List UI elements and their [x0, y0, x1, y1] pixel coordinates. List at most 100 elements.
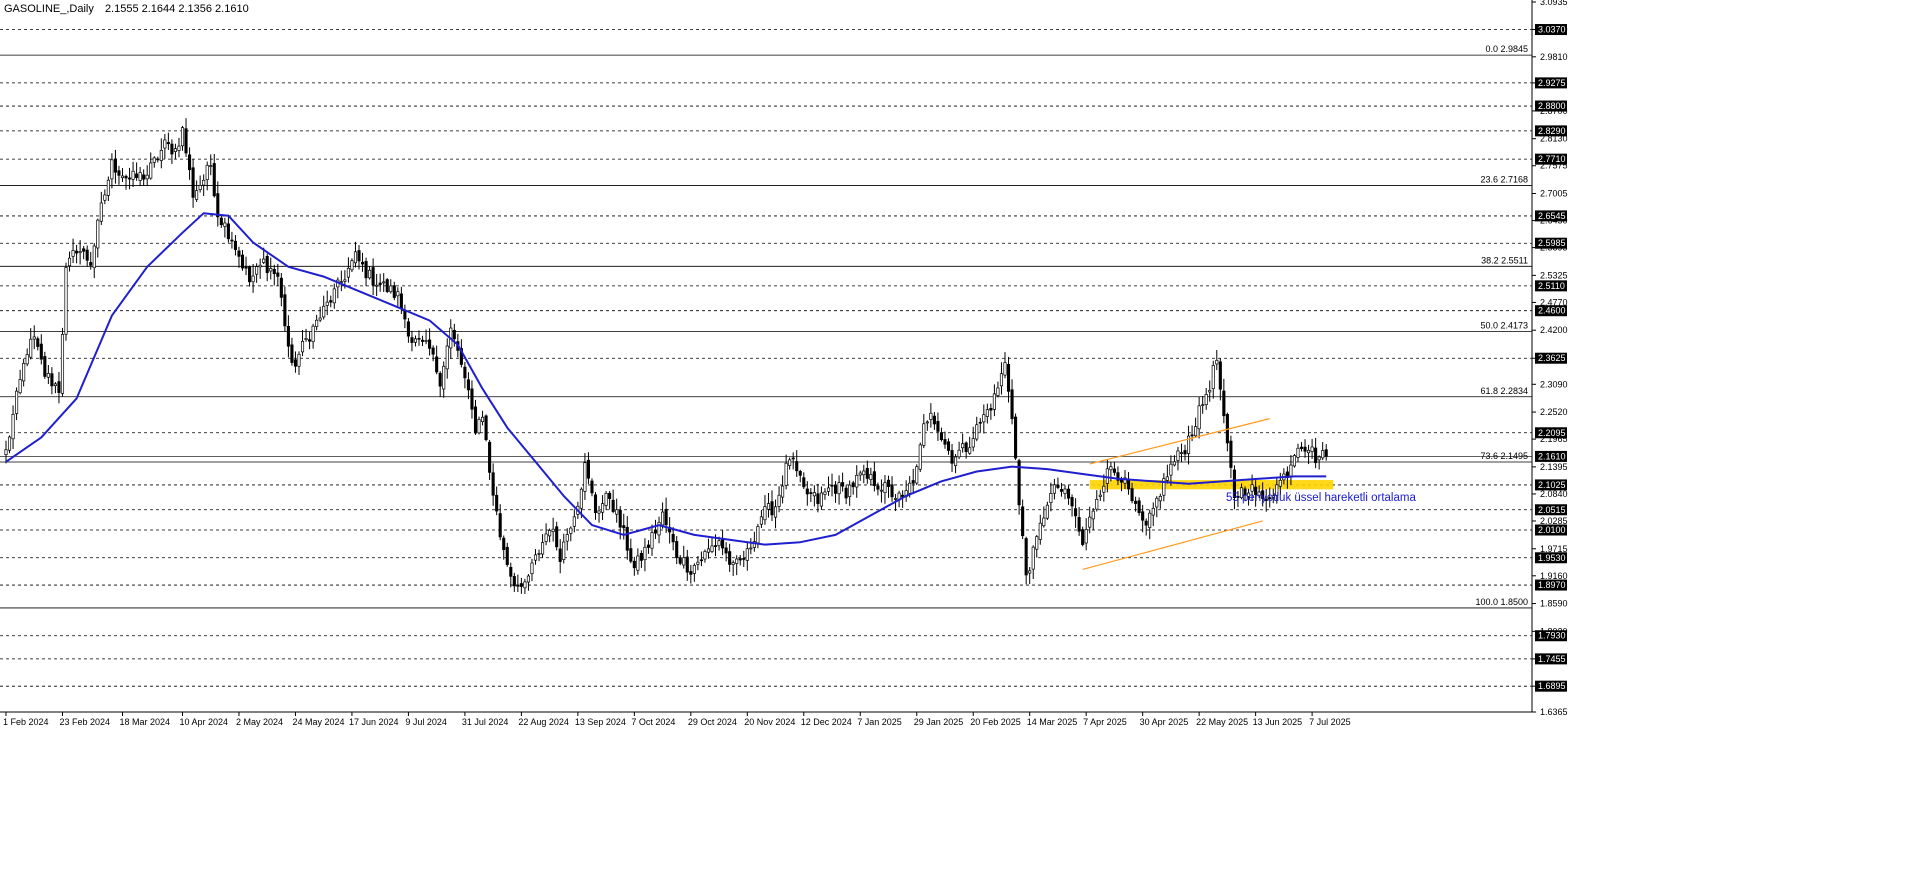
price-box-label: 2.0515: [1538, 505, 1566, 515]
candle-bear: [844, 487, 848, 499]
candle-bull: [99, 202, 103, 222]
candle-bear: [851, 482, 855, 488]
candle-bear: [791, 457, 795, 460]
candle-bull: [1098, 494, 1102, 497]
candle-bull: [766, 503, 771, 510]
candle-bull: [1321, 450, 1325, 459]
candle-bull: [1292, 455, 1297, 467]
candle-bull: [523, 581, 527, 589]
candle-bear: [385, 279, 389, 292]
candle-bear: [1014, 416, 1018, 459]
candle-bull: [304, 337, 308, 341]
candle-bear: [943, 439, 947, 445]
candle-bull: [968, 447, 972, 454]
candle-bull: [1003, 362, 1007, 376]
price-box-label: 2.2095: [1538, 428, 1566, 438]
candle-bear: [283, 294, 287, 327]
candle-bull: [1102, 485, 1106, 493]
candle-bear: [629, 548, 633, 562]
candle-bear: [678, 557, 682, 564]
x-tick-label: 31 Jul 2024: [462, 717, 509, 727]
candle-bull: [120, 175, 125, 179]
candle-bear: [265, 256, 269, 273]
candle-bear: [170, 143, 174, 155]
candle-bear: [978, 421, 982, 424]
x-tick-label: 1 Feb 2024: [3, 717, 49, 727]
candle-bull: [548, 530, 552, 537]
candle-bull: [300, 340, 305, 353]
candle-bear: [1056, 484, 1060, 488]
candle-bull: [1310, 446, 1314, 453]
candle-bear: [142, 174, 146, 180]
candle-bull: [92, 245, 96, 269]
candle-bull: [149, 162, 153, 179]
candle-bull: [869, 474, 873, 480]
candle-bear: [1081, 529, 1085, 545]
candle-bear: [43, 356, 47, 377]
candle-bear: [721, 538, 725, 549]
candle-bull: [572, 516, 576, 527]
candle-bear: [124, 175, 128, 179]
candle-bull: [131, 170, 135, 180]
candle-bull: [985, 409, 989, 417]
candle-bear: [276, 272, 280, 277]
candle-bull: [262, 258, 266, 263]
candle-bear: [509, 567, 513, 577]
candle-bull: [209, 165, 213, 167]
candle-bull: [908, 482, 912, 494]
candlestick-chart: 3.09353.03702.98102.92752.87002.81302.75…: [0, 0, 1916, 888]
candle-bear: [82, 248, 86, 252]
candle-bear: [989, 407, 993, 411]
x-tick-label: 22 Aug 2024: [518, 717, 569, 727]
x-tick-label: 2 May 2024: [236, 717, 283, 727]
candle-bear: [911, 480, 915, 484]
candle-bull: [879, 489, 883, 492]
candle-bull: [749, 547, 753, 550]
candle-bull: [106, 179, 110, 196]
x-tick-label: 29 Jan 2025: [914, 717, 964, 727]
candle-bear: [1126, 479, 1131, 490]
candle-bull: [1197, 405, 1201, 430]
candle-bear: [293, 359, 298, 367]
candle-bull: [78, 251, 82, 254]
candle-bear: [1303, 446, 1307, 452]
ohlc-readout: 2.1555 2.1644 2.1356 2.1610: [105, 3, 249, 15]
candle-bear: [378, 282, 382, 285]
price-box-label: 2.9275: [1538, 78, 1566, 88]
candle-bull: [954, 456, 958, 466]
candle-bull: [929, 412, 933, 420]
candle-bear: [964, 442, 968, 453]
candle-bull: [565, 534, 569, 542]
candle-bear: [357, 250, 361, 262]
y-tick-label: 2.1395: [1540, 462, 1568, 472]
x-tick-label: 20 Feb 2025: [970, 717, 1021, 727]
candle-bull: [173, 148, 177, 152]
fib-level-label: 23.6 2.7168: [1480, 175, 1528, 185]
price-box-label: 2.1610: [1538, 451, 1566, 461]
candle-bear: [184, 128, 188, 154]
candle-bear: [1141, 511, 1145, 521]
candle-bear: [1024, 538, 1028, 576]
candle-bull: [368, 269, 372, 279]
candle-bear: [431, 347, 435, 355]
x-tick-label: 7 Jul 2025: [1309, 717, 1351, 727]
price-box-label: 2.6545: [1538, 211, 1566, 221]
candle-bear: [219, 217, 223, 226]
candle-bear: [371, 267, 375, 286]
candle-bear: [216, 193, 220, 218]
candle-bull: [53, 383, 57, 387]
price-box-label: 2.8800: [1538, 101, 1566, 111]
candle-bull: [682, 557, 686, 566]
candle-bear: [438, 372, 442, 387]
candle-bear: [936, 421, 940, 432]
x-tick-label: 30 Apr 2025: [1140, 717, 1189, 727]
x-tick-label: 7 Apr 2025: [1083, 717, 1127, 727]
candle-bear: [286, 326, 290, 347]
candle-bear: [212, 163, 216, 197]
x-tick-label: 7 Oct 2024: [631, 717, 675, 727]
candle-bull: [562, 541, 566, 560]
candle-bull: [583, 462, 587, 492]
candle-bull: [544, 533, 548, 542]
candle-bull: [1088, 516, 1092, 528]
candle-bull: [110, 159, 114, 180]
